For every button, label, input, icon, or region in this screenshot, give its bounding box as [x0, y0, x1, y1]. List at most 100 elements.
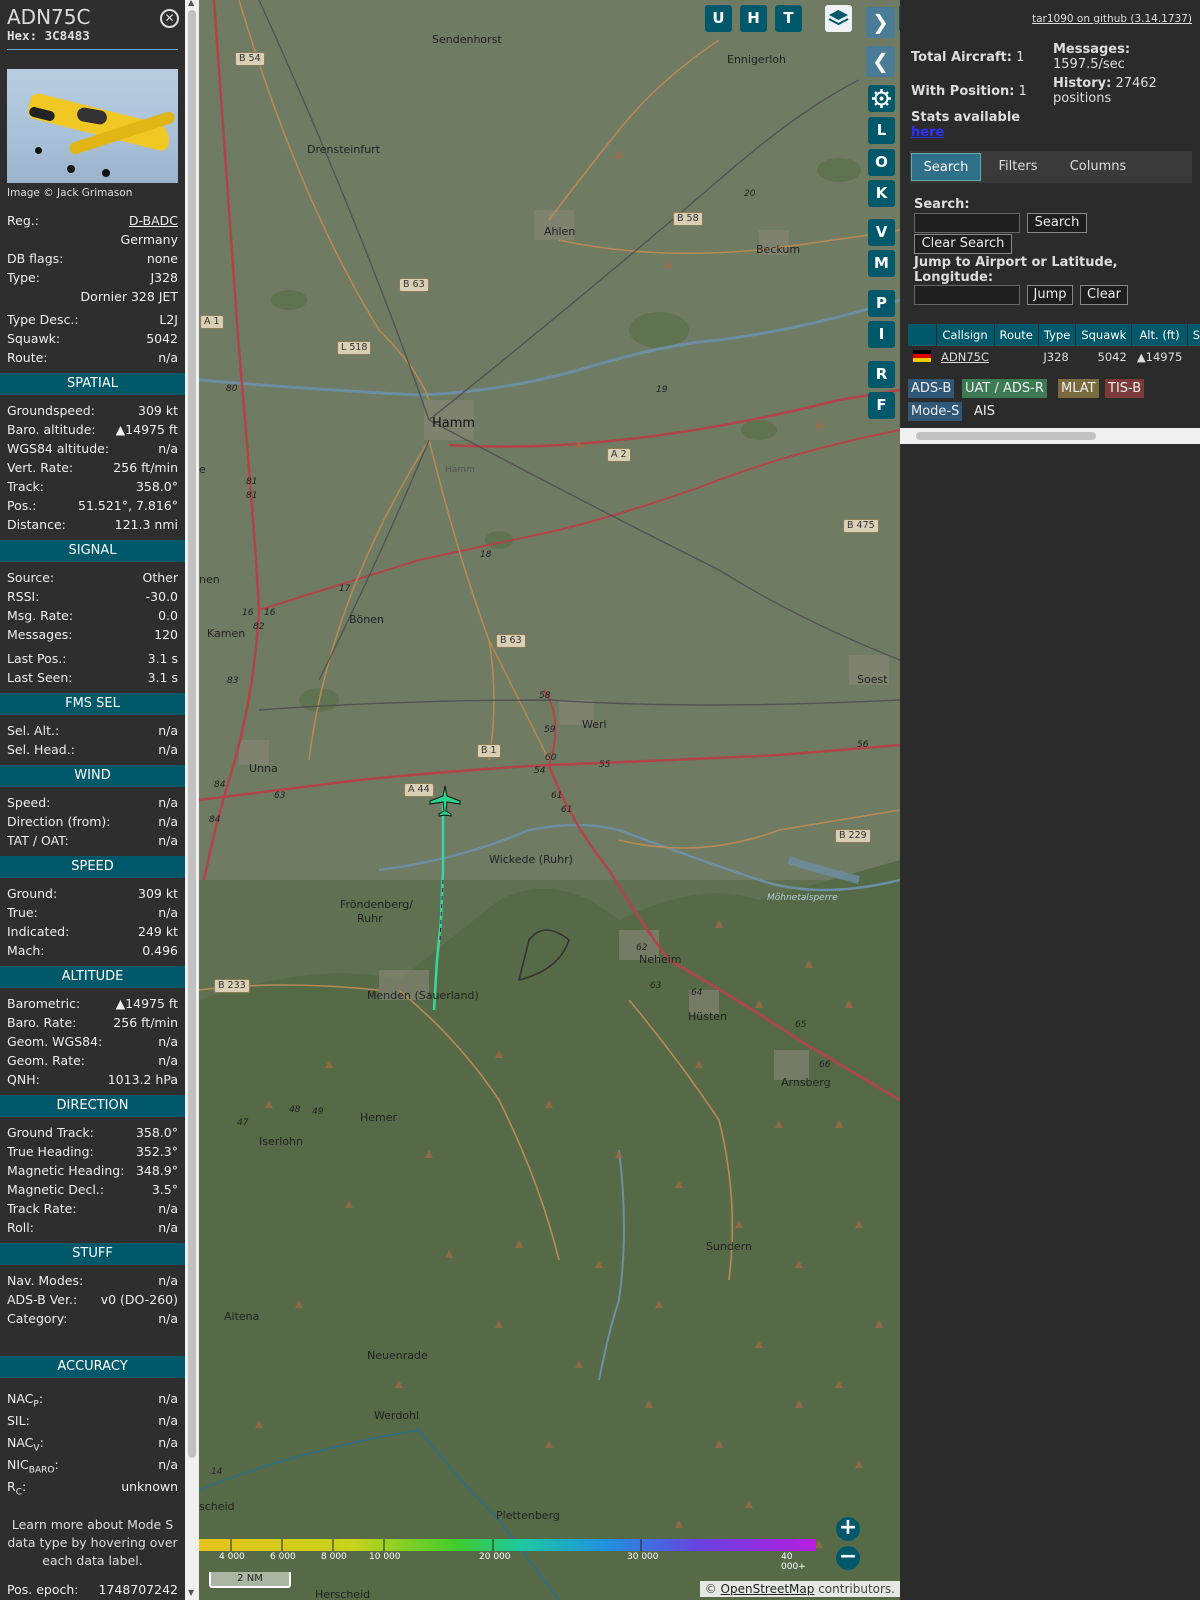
field-label[interactable]: Category: — [7, 1309, 67, 1328]
field-label[interactable]: Direction (from): — [7, 812, 111, 831]
map-button-t[interactable]: T — [775, 5, 802, 32]
field-label[interactable]: Pos.: — [7, 496, 36, 515]
arrow-left-icon[interactable]: ❮ — [866, 46, 895, 77]
signal-row: RSSI: -30.0 — [0, 587, 185, 606]
field-label[interactable]: Barometric: — [7, 994, 80, 1013]
field-label[interactable]: WGS84 altitude: — [7, 439, 109, 458]
field-label[interactable]: Track Rate: — [7, 1199, 77, 1218]
field-label[interactable]: Baro. Rate: — [7, 1013, 76, 1032]
stats-link[interactable]: here — [911, 125, 944, 140]
exit-80: 80 — [226, 384, 238, 394]
field-label[interactable]: Geom. Rate: — [7, 1051, 85, 1070]
col-route[interactable]: Route — [994, 324, 1039, 346]
table-scrollbar[interactable] — [900, 428, 1200, 444]
map-view[interactable]: 4 000 6 000 8 000 10 000 20 000 30 000 4… — [199, 0, 900, 1600]
tab-columns[interactable]: Columns — [1055, 153, 1141, 181]
legend-mlat[interactable]: MLAT — [1058, 379, 1099, 398]
col-flag[interactable] — [908, 324, 937, 346]
col-speed[interactable]: Spd — [1187, 324, 1200, 346]
field-label[interactable]: Ground: — [7, 884, 57, 903]
field-label[interactable]: Nav. Modes: — [7, 1271, 83, 1290]
row-callsign[interactable]: ADN75C — [936, 346, 994, 368]
field-label[interactable]: True Heading: — [7, 1142, 94, 1161]
road-b54: B 54 — [235, 52, 265, 66]
clear-jump-button[interactable]: Clear — [1080, 285, 1128, 305]
search-button[interactable]: Search — [1027, 213, 1087, 233]
field-label[interactable]: Magnetic Decl.: — [7, 1180, 104, 1199]
legend-modes[interactable]: Mode-S — [908, 402, 963, 421]
settings-gear-icon[interactable] — [868, 85, 895, 112]
zoom-out-button[interactable]: − — [836, 1546, 860, 1570]
field-label[interactable]: Sel. Alt.: — [7, 721, 59, 740]
map-button-p[interactable]: P — [868, 290, 895, 317]
field-label[interactable]: True: — [7, 903, 38, 922]
details-scrollbar[interactable]: ▲ ▼ — [185, 0, 199, 1600]
osm-link[interactable]: OpenStreetMap — [721, 1582, 815, 1596]
map-button-f[interactable]: F — [868, 392, 895, 419]
field-label[interactable]: RSSI: — [7, 587, 39, 606]
map-button-u[interactable]: U — [705, 5, 732, 32]
field-label[interactable]: Roll: — [7, 1218, 34, 1237]
field-label[interactable]: Groundspeed: — [7, 401, 95, 420]
map-button-l[interactable]: L — [868, 117, 895, 144]
github-link[interactable]: tar1090 on github (3.14.1737) — [1032, 13, 1192, 25]
signal-row: Msg. Rate: 0.0 — [0, 606, 185, 625]
jump-button[interactable]: Jump — [1027, 285, 1073, 305]
field-label[interactable]: Speed: — [7, 793, 50, 812]
legend-uat[interactable]: UAT / ADS-R — [962, 379, 1047, 398]
exit-55: 55 — [599, 760, 611, 770]
field-label[interactable]: Geom. WGS84: — [7, 1032, 102, 1051]
exit-49: 49 — [312, 1107, 324, 1117]
field-label[interactable]: Magnetic Heading: — [7, 1161, 124, 1180]
scroll-down-icon[interactable]: ▼ — [188, 1588, 194, 1597]
scrollbar-thumb[interactable] — [188, 10, 196, 1458]
field-label[interactable]: Baro. altitude: — [7, 420, 96, 439]
field-label[interactable]: Sel. Head.: — [7, 740, 75, 759]
zoom-in-button[interactable]: + — [836, 1517, 860, 1541]
field-label[interactable]: Mach: — [7, 941, 44, 960]
map-button-o[interactable]: O — [868, 149, 895, 176]
jump-input[interactable] — [914, 285, 1020, 305]
field-label[interactable]: Distance: — [7, 515, 66, 534]
registration-link[interactable]: D-BADC — [129, 211, 178, 230]
sidebar-tabs: Search Filters Columns — [910, 151, 1192, 183]
field-label[interactable]: Last Seen: — [7, 668, 72, 687]
legend-adsb[interactable]: ADS-B — [908, 379, 955, 398]
field-label[interactable]: Msg. Rate: — [7, 606, 73, 625]
field-label[interactable]: Vert. Rate: — [7, 458, 73, 477]
table-scrollbar-thumb[interactable] — [916, 432, 1096, 440]
clear-search-button[interactable]: Clear Search — [914, 234, 1012, 254]
scroll-up-icon[interactable]: ▲ — [188, 0, 194, 7]
field-label[interactable]: QNH: — [7, 1070, 40, 1089]
expand-sidebar-icon[interactable]: ◂▸ — [899, 5, 900, 32]
field-label[interactable]: TAT / OAT: — [7, 831, 69, 850]
field-label[interactable]: Source: — [7, 568, 54, 587]
map-button-k[interactable]: K — [868, 180, 895, 207]
tab-filters[interactable]: Filters — [985, 153, 1051, 181]
tab-search[interactable]: Search — [911, 153, 981, 181]
legend-tisb[interactable]: TIS-B — [1105, 379, 1145, 398]
layers-icon[interactable] — [825, 5, 852, 32]
col-altitude[interactable]: Alt. (ft) — [1131, 324, 1188, 346]
col-type[interactable]: Type — [1038, 324, 1077, 346]
field-label[interactable]: Track: — [7, 477, 44, 496]
stuff-list: Nav. Modes: n/a ADS-B Ver.: v0 (DO-260) Cate… — [0, 1271, 185, 1328]
aircraft-photo[interactable] — [7, 69, 178, 183]
map-button-m[interactable]: M — [868, 250, 895, 277]
map-button-h[interactable]: H — [740, 5, 767, 32]
arrow-right-icon[interactable]: ❯ — [866, 7, 895, 38]
col-callsign[interactable]: Callsign — [936, 324, 995, 346]
field-label[interactable]: Messages: — [7, 625, 73, 644]
map-button-v[interactable]: V — [868, 219, 895, 246]
close-icon[interactable]: ✕ — [160, 9, 179, 28]
search-input[interactable] — [914, 213, 1020, 233]
field-label[interactable]: ADS-B Ver.: — [7, 1290, 77, 1309]
field-label[interactable]: Ground Track: — [7, 1123, 94, 1142]
field-label[interactable]: Last Pos.: — [7, 649, 66, 668]
col-squawk[interactable]: Squawk — [1075, 324, 1133, 346]
map-button-r[interactable]: R — [868, 361, 895, 388]
legend-ais[interactable]: AIS — [971, 402, 998, 421]
map-button-i[interactable]: I — [868, 321, 895, 348]
table-row[interactable]: ADN75C J328 5042 ▲14975 — [908, 346, 1200, 368]
field-label[interactable]: Indicated: — [7, 922, 69, 941]
